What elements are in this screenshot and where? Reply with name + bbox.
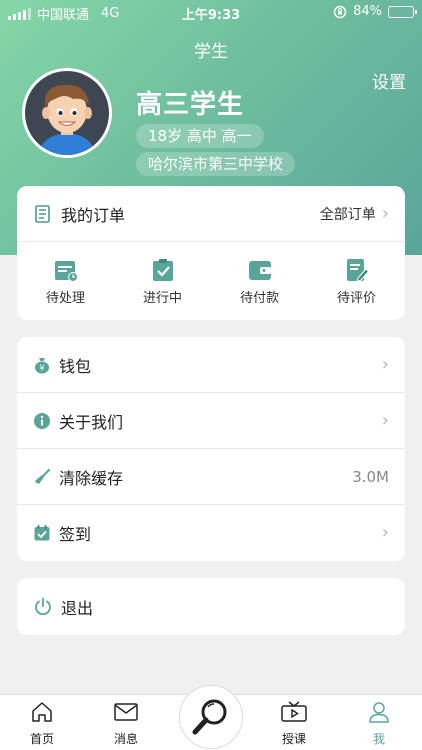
school-badge: 哈尔滨市第三中学校	[136, 152, 296, 176]
center-search-button[interactable]	[179, 685, 243, 749]
menu-item-check-in[interactable]: 签到 ›	[17, 505, 405, 561]
tab-teaching[interactable]: 授课	[259, 701, 329, 747]
search-magnifier-icon	[192, 699, 227, 735]
all-orders-link[interactable]: 全部订单	[320, 204, 376, 224]
svg-text:¥: ¥	[39, 363, 44, 372]
logout-label: 退出	[61, 598, 94, 618]
settings-menu-card: ¥ 钱包 › 关于我们 › 清除缓存 3.0M 签到 ›	[17, 337, 405, 561]
settings-button[interactable]: 设置	[372, 68, 406, 93]
cache-size: 3.0M	[352, 467, 389, 486]
pending-calendar-icon	[54, 260, 78, 282]
menu-item-label: 清除缓存	[59, 468, 124, 488]
menu-item-wallet[interactable]: ¥ 钱包 ›	[17, 337, 405, 393]
order-status-in-progress[interactable]: 进行中	[114, 242, 211, 320]
tab-home[interactable]: 首页	[7, 701, 77, 747]
chevron-right-icon: ›	[381, 522, 389, 543]
tab-label: 消息	[113, 732, 138, 746]
menu-item-label: 关于我们	[59, 412, 124, 432]
menu-item-label: 签到	[59, 525, 92, 544]
tab-label: 首页	[29, 732, 54, 746]
order-status-unpaid[interactable]: 待付款	[211, 242, 308, 320]
order-status-label: 进行中	[142, 290, 182, 306]
chevron-right-icon: ›	[381, 353, 389, 375]
student-info-badge: 18岁 高中 高一	[136, 124, 264, 148]
status-bar: 中国联通 4G 上午9:33 84%	[0, 0, 422, 24]
tab-messages[interactable]: 消息	[91, 701, 161, 747]
chevron-right-icon: ›	[381, 409, 389, 431]
tab-me[interactable]: 我	[344, 701, 414, 747]
clipboard-check-icon	[152, 258, 173, 281]
order-status-label: 待处理	[45, 290, 85, 306]
power-icon	[35, 597, 51, 615]
order-status-to-review[interactable]: 待评价	[308, 242, 405, 320]
cartoon-boy-avatar-icon	[25, 71, 109, 155]
page-title: 学生	[194, 42, 228, 62]
my-orders-row[interactable]: 我的订单 全部订单 ›	[17, 186, 405, 242]
tab-label: 授课	[281, 732, 306, 746]
orientation-lock-icon	[333, 5, 347, 18]
avatar[interactable]	[22, 68, 112, 158]
order-status-pending[interactable]: 待处理	[17, 242, 114, 320]
battery-icon	[388, 5, 417, 18]
broom-icon	[35, 468, 51, 484]
logout-button[interactable]: 退出	[17, 578, 405, 635]
mail-icon	[114, 703, 138, 721]
menu-item-clear-cache[interactable]: 清除缓存 3.0M	[17, 449, 405, 505]
calendar-check-icon	[34, 525, 50, 541]
order-status-label: 待评价	[336, 290, 376, 306]
home-icon	[32, 702, 52, 722]
wallet-icon	[248, 260, 271, 280]
money-bag-icon: ¥	[35, 357, 49, 373]
orders-card: 我的订单 全部订单 › 待处理 进行中 待付款 待评价	[17, 186, 405, 320]
menu-item-about[interactable]: 关于我们 ›	[17, 393, 405, 449]
my-orders-title: 我的订单	[61, 205, 126, 225]
edit-note-icon	[346, 258, 369, 282]
info-icon	[34, 412, 50, 429]
tab-label: 我	[372, 732, 385, 746]
order-list-icon	[35, 204, 50, 223]
user-icon	[369, 702, 389, 723]
menu-item-label: 钱包	[59, 356, 92, 376]
battery-percent: 84%	[353, 4, 382, 19]
chevron-right-icon: ›	[381, 202, 389, 224]
tv-icon	[281, 701, 307, 722]
order-status-label: 待付款	[239, 290, 279, 306]
logout-card: 退出	[17, 578, 405, 635]
student-name: 高三学生	[136, 90, 245, 120]
